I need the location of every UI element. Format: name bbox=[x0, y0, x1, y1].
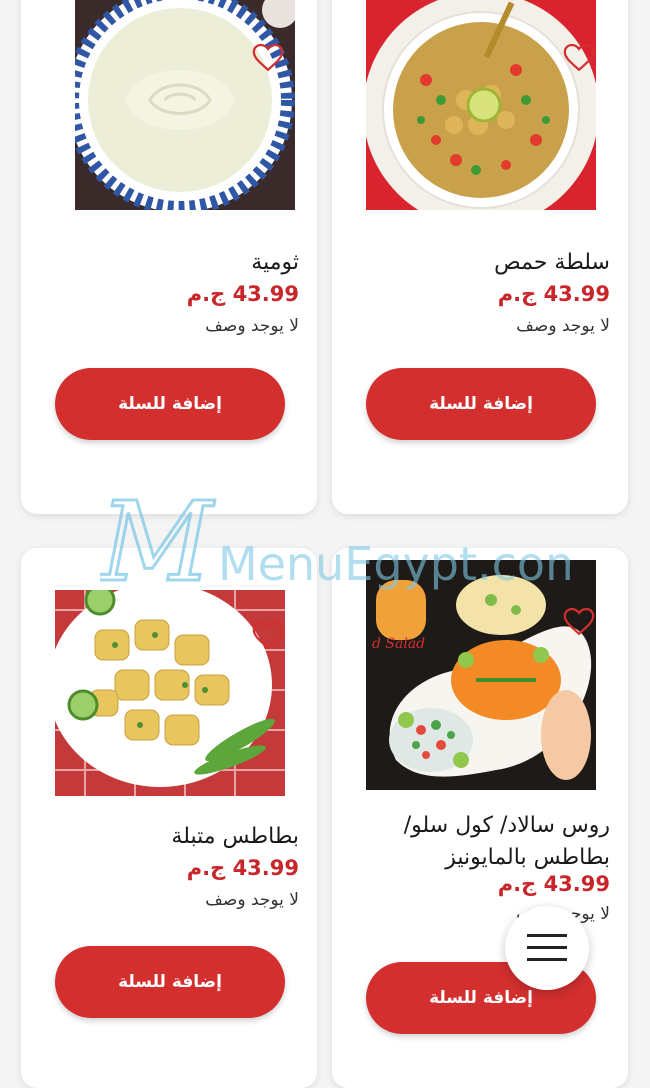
product-price: 43.99 ج.م bbox=[186, 856, 299, 880]
product-card[interactable]: بطاطس متبلة 43.99 ج.م لا يوجد وصف إضافة … bbox=[21, 548, 317, 1088]
product-description: لا يوجد وصف bbox=[516, 316, 610, 336]
product-image bbox=[75, 0, 295, 210]
product-description: لا يوجد وصف bbox=[205, 890, 299, 910]
product-card[interactable]: d Salad روس سالاد/ كول سلو/ بطاطس بالماي… bbox=[332, 548, 628, 1088]
product-name: سلطة حمص bbox=[494, 250, 610, 275]
add-to-cart-button[interactable]: إضافة للسلة bbox=[55, 946, 285, 1018]
svg-text:d Salad: d Salad bbox=[372, 636, 425, 652]
product-name: روس سالاد/ كول سلو/ بطاطس بالمايونيز bbox=[403, 813, 610, 870]
heart-outline-icon[interactable] bbox=[251, 40, 285, 74]
add-to-cart-button[interactable]: إضافة للسلة bbox=[55, 368, 285, 440]
menu-button[interactable] bbox=[505, 906, 589, 990]
heart-outline-icon[interactable] bbox=[562, 604, 596, 638]
add-to-cart-button[interactable]: إضافة للسلة bbox=[366, 368, 596, 440]
product-card[interactable]: سلطة حمص 43.99 ج.م لا يوجد وصف إضافة للس… bbox=[332, 0, 628, 514]
product-image bbox=[366, 0, 596, 210]
heart-outline-icon[interactable] bbox=[251, 618, 285, 652]
product-price: 43.99 ج.م bbox=[497, 872, 610, 896]
product-price: 43.99 ج.م bbox=[186, 282, 299, 306]
product-image: d Salad bbox=[366, 560, 596, 790]
hamburger-menu-icon bbox=[527, 934, 567, 961]
product-name: بطاطس متبلة bbox=[171, 824, 299, 849]
product-price: 43.99 ج.م bbox=[497, 282, 610, 306]
product-description: لا يوجد وصف bbox=[205, 316, 299, 336]
product-card[interactable]: ثومية 43.99 ج.م لا يوجد وصف إضافة للسلة bbox=[21, 0, 317, 514]
heart-outline-icon[interactable] bbox=[562, 40, 596, 74]
product-name: ثومية bbox=[251, 250, 299, 275]
